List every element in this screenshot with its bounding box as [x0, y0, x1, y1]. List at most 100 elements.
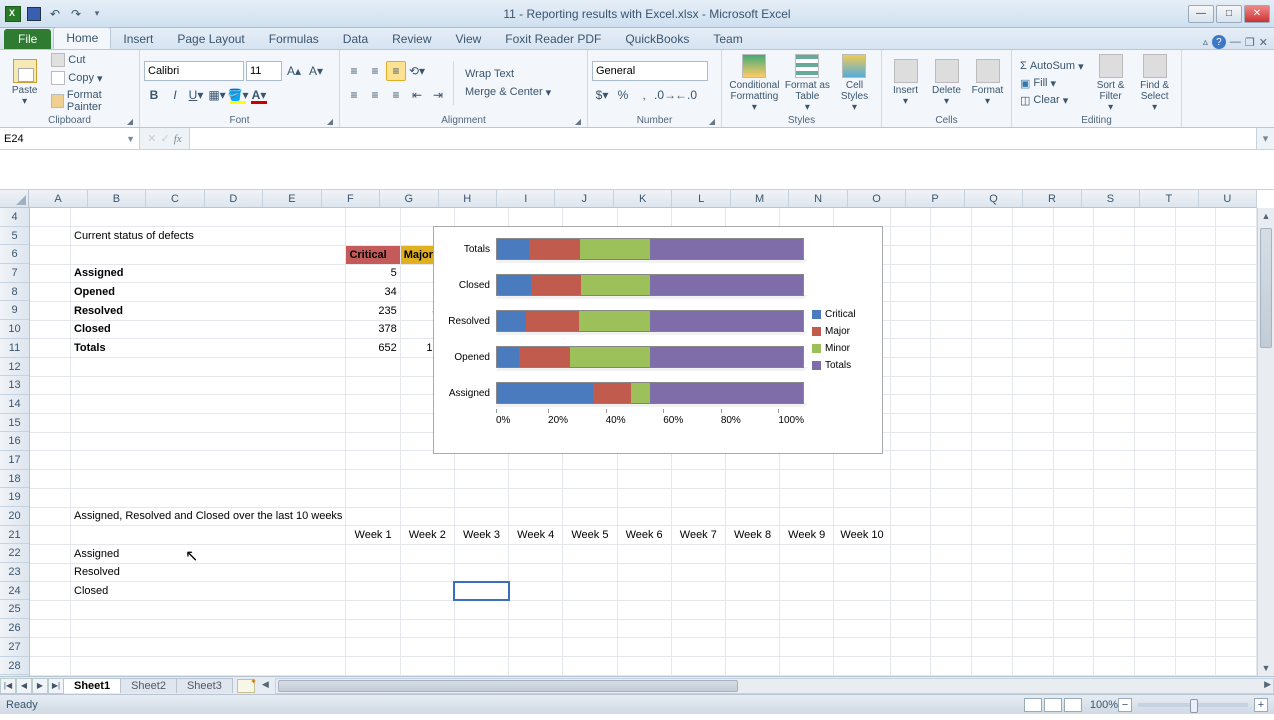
- cell-U16[interactable]: [1216, 432, 1257, 451]
- scroll-up-icon[interactable]: ▲: [1258, 208, 1274, 224]
- scroll-right-icon[interactable]: ▶: [1264, 679, 1271, 690]
- clipboard-launcher-icon[interactable]: ◢: [127, 117, 133, 126]
- cell-L28[interactable]: [834, 657, 890, 676]
- cell-P21[interactable]: [1012, 526, 1053, 545]
- cell-K23[interactable]: [780, 563, 834, 582]
- cell-Q28[interactable]: [1053, 657, 1094, 676]
- cell-P28[interactable]: [1012, 657, 1053, 676]
- cell-N6[interactable]: [931, 245, 972, 264]
- cell-N7[interactable]: [931, 264, 972, 283]
- row-header-8[interactable]: 8: [0, 283, 29, 302]
- cell-M10[interactable]: [890, 320, 931, 339]
- column-header-q[interactable]: Q: [965, 190, 1023, 207]
- cell-R17[interactable]: [1094, 451, 1135, 470]
- cell-R25[interactable]: [1094, 600, 1135, 619]
- cell-C13[interactable]: [346, 376, 400, 395]
- cell-C11[interactable]: 652: [346, 339, 400, 358]
- cell-E20[interactable]: [454, 507, 508, 526]
- cell-T13[interactable]: [1175, 376, 1216, 395]
- normal-view-icon[interactable]: [1024, 698, 1042, 712]
- cell-M26[interactable]: [890, 619, 931, 638]
- cell-S22[interactable]: [1134, 544, 1175, 563]
- cell-N13[interactable]: [931, 376, 972, 395]
- row-header-27[interactable]: 27: [0, 638, 29, 657]
- cell-N12[interactable]: [931, 358, 972, 377]
- cell-E27[interactable]: [454, 638, 508, 657]
- cell-R22[interactable]: [1094, 544, 1135, 563]
- cell-B25[interactable]: [71, 600, 346, 619]
- font-size-select[interactable]: [246, 61, 282, 81]
- cell-M27[interactable]: [890, 638, 931, 657]
- cell-P22[interactable]: [1012, 544, 1053, 563]
- cell-O14[interactable]: [972, 395, 1013, 414]
- tab-page-layout[interactable]: Page Layout: [165, 29, 256, 49]
- cell-T20[interactable]: [1175, 507, 1216, 526]
- cell-K24[interactable]: [780, 582, 834, 601]
- cell-C9[interactable]: 235: [346, 301, 400, 320]
- row-header-10[interactable]: 10: [0, 320, 29, 339]
- tab-file[interactable]: File: [4, 29, 51, 49]
- cell-L18[interactable]: [834, 470, 890, 489]
- tab-quickbooks[interactable]: QuickBooks: [613, 29, 701, 49]
- cell-D19[interactable]: [400, 488, 454, 507]
- cell-S12[interactable]: [1134, 358, 1175, 377]
- cell-A22[interactable]: [30, 544, 71, 563]
- cell-I4[interactable]: [671, 208, 725, 227]
- cell-E22[interactable]: [454, 544, 508, 563]
- cell-Q25[interactable]: [1053, 600, 1094, 619]
- cell-S17[interactable]: [1134, 451, 1175, 470]
- worksheet-grid[interactable]: ABCDEFGHIJKLMNOPQRSTU 456789101112131415…: [0, 190, 1274, 676]
- cell-R18[interactable]: [1094, 470, 1135, 489]
- row-header-7[interactable]: 7: [0, 264, 29, 283]
- cell-C25[interactable]: [346, 600, 400, 619]
- font-launcher-icon[interactable]: ◢: [327, 117, 333, 126]
- embedded-chart[interactable]: TotalsClosedResolvedOpenedAssigned 0%20%…: [433, 226, 883, 454]
- cell-O23[interactable]: [972, 563, 1013, 582]
- cell-O17[interactable]: [972, 451, 1013, 470]
- increase-font-icon[interactable]: A▴: [284, 61, 304, 81]
- cell-J20[interactable]: [725, 507, 779, 526]
- row-header-6[interactable]: 6: [0, 245, 29, 264]
- cell-O26[interactable]: [972, 619, 1013, 638]
- cell-P6[interactable]: [1012, 245, 1053, 264]
- cell-C14[interactable]: [346, 395, 400, 414]
- cell-P7[interactable]: [1012, 264, 1053, 283]
- cell-S8[interactable]: [1134, 283, 1175, 302]
- cell-H27[interactable]: [617, 638, 671, 657]
- cell-S23[interactable]: [1134, 563, 1175, 582]
- cell-A16[interactable]: [30, 432, 71, 451]
- delete-cells-button[interactable]: Delete▾: [927, 53, 966, 113]
- cell-M24[interactable]: [890, 582, 931, 601]
- row-header-21[interactable]: 21: [0, 526, 29, 545]
- cell-A11[interactable]: [30, 339, 71, 358]
- sheet-nav-prev[interactable]: ◀: [16, 678, 32, 694]
- cell-C26[interactable]: [346, 619, 400, 638]
- cell-F20[interactable]: [509, 507, 563, 526]
- cell-G26[interactable]: [563, 619, 617, 638]
- cell-N15[interactable]: [931, 414, 972, 433]
- cell-Q26[interactable]: [1053, 619, 1094, 638]
- tab-team[interactable]: Team: [701, 29, 754, 49]
- cell-Q12[interactable]: [1053, 358, 1094, 377]
- cell-S10[interactable]: [1134, 320, 1175, 339]
- autosum-button[interactable]: Σ AutoSum ▾: [1016, 59, 1088, 74]
- increase-decimal-icon[interactable]: .0→: [655, 85, 675, 105]
- cell-Q7[interactable]: [1053, 264, 1094, 283]
- cell-J25[interactable]: [725, 600, 779, 619]
- cell-T22[interactable]: [1175, 544, 1216, 563]
- cell-M11[interactable]: [890, 339, 931, 358]
- cell-U22[interactable]: [1216, 544, 1257, 563]
- cell-K22[interactable]: [780, 544, 834, 563]
- cell-T11[interactable]: [1175, 339, 1216, 358]
- cut-button[interactable]: Cut: [47, 52, 135, 68]
- cell-Q13[interactable]: [1053, 376, 1094, 395]
- cell-C24[interactable]: [346, 582, 400, 601]
- cells-area[interactable]: Current status of defectsCriticalMajorMi…: [30, 208, 1257, 676]
- cell-R5[interactable]: [1094, 227, 1135, 246]
- cell-N18[interactable]: [931, 470, 972, 489]
- cell-M12[interactable]: [890, 358, 931, 377]
- cell-K28[interactable]: [780, 657, 834, 676]
- cell-O8[interactable]: [972, 283, 1013, 302]
- cell-T28[interactable]: [1175, 657, 1216, 676]
- cell-N4[interactable]: [931, 208, 972, 227]
